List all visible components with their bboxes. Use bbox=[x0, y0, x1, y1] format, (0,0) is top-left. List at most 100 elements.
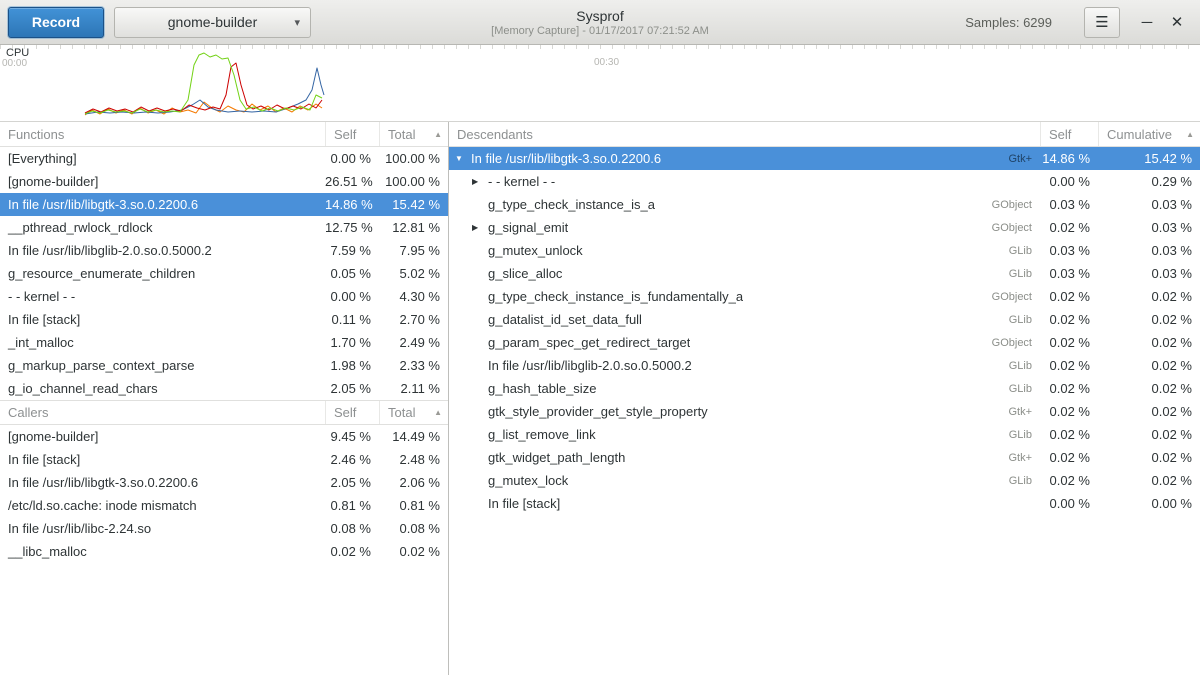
self-percent: 1.70 % bbox=[325, 335, 379, 350]
library-badge: GLib bbox=[995, 475, 1040, 487]
table-row[interactable]: g_datalist_id_set_data_fullGLib0.02 %0.0… bbox=[449, 308, 1200, 331]
table-row[interactable]: g_resource_enumerate_children0.05 %5.02 … bbox=[0, 262, 448, 285]
total-percent: 0.02 % bbox=[379, 544, 448, 559]
library-badge: Gtk+ bbox=[994, 452, 1040, 464]
table-row[interactable]: g_markup_parse_context_parse1.98 %2.33 % bbox=[0, 354, 448, 377]
functions-self-column-header[interactable]: Self bbox=[325, 122, 379, 146]
self-percent: 0.03 % bbox=[1040, 197, 1098, 212]
table-row[interactable]: In file /usr/lib/libglib-2.0.so.0.5000.2… bbox=[449, 354, 1200, 377]
sort-indicator-icon: ▲ bbox=[1186, 130, 1194, 139]
samples-count: Samples: 6299 bbox=[965, 15, 1052, 30]
symbol-name: g_signal_emit bbox=[488, 220, 568, 235]
self-percent: 14.86 % bbox=[1040, 151, 1098, 166]
table-row[interactable]: g_slice_allocGLib0.03 %0.03 % bbox=[449, 262, 1200, 285]
table-row[interactable]: [gnome-builder]9.45 %14.49 % bbox=[0, 425, 448, 448]
library-badge: GLib bbox=[995, 268, 1040, 280]
descendant-name-cell: g_param_spec_get_redirect_targetGObject bbox=[449, 335, 1040, 350]
total-percent: 4.30 % bbox=[379, 289, 448, 304]
total-percent: 0.08 % bbox=[379, 521, 448, 536]
table-row[interactable]: In file [stack]2.46 %2.48 % bbox=[0, 448, 448, 471]
symbol-name: g_type_check_instance_is_fundamentally_a bbox=[488, 289, 743, 304]
sort-indicator-icon: ▲ bbox=[434, 130, 442, 139]
descendant-name-cell: ▶- - kernel - - bbox=[449, 174, 1040, 189]
descendant-name-cell: ▼In file /usr/lib/libgtk-3.so.0.2200.6Gt… bbox=[449, 151, 1040, 166]
self-percent: 0.00 % bbox=[325, 151, 379, 166]
self-percent: 0.03 % bbox=[1040, 266, 1098, 281]
descendants-cumulative-column-header[interactable]: Cumulative ▲ bbox=[1098, 122, 1200, 146]
symbol-name: g_param_spec_get_redirect_target bbox=[488, 335, 690, 350]
library-badge: GObject bbox=[978, 222, 1040, 234]
self-percent: 12.75 % bbox=[325, 220, 379, 235]
table-row[interactable]: ▶- - kernel - -0.00 %0.29 % bbox=[449, 170, 1200, 193]
function-name: - - kernel - - bbox=[0, 289, 325, 304]
table-row[interactable]: g_mutex_unlockGLib0.03 %0.03 % bbox=[449, 239, 1200, 262]
time-label-start: 00:00 bbox=[2, 58, 27, 69]
descendants-self-column-header[interactable]: Self bbox=[1040, 122, 1098, 146]
table-row[interactable]: In file [stack]0.11 %2.70 % bbox=[0, 308, 448, 331]
callers-column-header[interactable]: Callers bbox=[0, 401, 325, 424]
self-percent: 0.02 % bbox=[1040, 289, 1098, 304]
close-button[interactable]: ✕ bbox=[1162, 7, 1192, 37]
hamburger-icon: ☰ bbox=[1095, 13, 1108, 31]
library-badge: GObject bbox=[978, 199, 1040, 211]
expander-open-icon[interactable]: ▼ bbox=[455, 154, 471, 163]
self-percent: 9.45 % bbox=[325, 429, 379, 444]
total-percent: 2.11 % bbox=[379, 381, 448, 396]
function-name: __pthread_rwlock_rdlock bbox=[0, 220, 325, 235]
table-row[interactable]: In file /usr/lib/libc-2.24.so0.08 %0.08 … bbox=[0, 517, 448, 540]
menu-button[interactable]: ☰ bbox=[1084, 7, 1120, 38]
table-row[interactable]: g_io_channel_read_chars2.05 %2.11 % bbox=[0, 377, 448, 400]
table-row[interactable]: In file /usr/lib/libgtk-3.so.0.2200.614.… bbox=[0, 193, 448, 216]
sort-indicator-icon: ▲ bbox=[434, 408, 442, 417]
callers-total-column-header[interactable]: Total ▲ bbox=[379, 401, 448, 424]
table-row[interactable]: In file /usr/lib/libglib-2.0.so.0.5000.2… bbox=[0, 239, 448, 262]
table-row[interactable]: /etc/ld.so.cache: inode mismatch0.81 %0.… bbox=[0, 494, 448, 517]
minimize-button[interactable]: ─ bbox=[1132, 7, 1162, 37]
table-row[interactable]: _int_malloc1.70 %2.49 % bbox=[0, 331, 448, 354]
functions-total-column-header[interactable]: Total ▲ bbox=[379, 122, 448, 146]
callers-self-column-header[interactable]: Self bbox=[325, 401, 379, 424]
table-row[interactable]: g_hash_table_sizeGLib0.02 %0.02 % bbox=[449, 377, 1200, 400]
self-percent: 2.46 % bbox=[325, 452, 379, 467]
table-row[interactable]: In file /usr/lib/libgtk-3.so.0.2200.62.0… bbox=[0, 471, 448, 494]
cumulative-percent: 0.02 % bbox=[1098, 381, 1200, 396]
record-button[interactable]: Record bbox=[8, 7, 104, 38]
self-percent: 0.00 % bbox=[1040, 496, 1098, 511]
table-row[interactable]: ▶g_signal_emitGObject0.02 %0.03 % bbox=[449, 216, 1200, 239]
descendant-name-cell: g_type_check_instance_is_fundamentally_a… bbox=[449, 289, 1040, 304]
symbol-name: - - kernel - - bbox=[488, 174, 555, 189]
table-row[interactable]: g_list_remove_linkGLib0.02 %0.02 % bbox=[449, 423, 1200, 446]
self-percent: 0.03 % bbox=[1040, 243, 1098, 258]
table-row[interactable]: - - kernel - -0.00 %4.30 % bbox=[0, 285, 448, 308]
total-percent: 2.70 % bbox=[379, 312, 448, 327]
table-row[interactable]: ▼In file /usr/lib/libgtk-3.so.0.2200.6Gt… bbox=[449, 147, 1200, 170]
table-row[interactable]: g_param_spec_get_redirect_targetGObject0… bbox=[449, 331, 1200, 354]
self-percent: 0.02 % bbox=[1040, 427, 1098, 442]
table-row[interactable]: [Everything]0.00 %100.00 % bbox=[0, 147, 448, 170]
table-row[interactable]: [gnome-builder]26.51 %100.00 % bbox=[0, 170, 448, 193]
descendant-name-cell: g_mutex_unlockGLib bbox=[449, 243, 1040, 258]
descendant-name-cell: g_type_check_instance_is_aGObject bbox=[449, 197, 1040, 212]
cpu-graph[interactable]: CPU 00:00 00:30 bbox=[0, 45, 1200, 122]
table-row[interactable]: __libc_malloc0.02 %0.02 % bbox=[0, 540, 448, 563]
functions-column-header[interactable]: Functions bbox=[0, 122, 325, 146]
cumulative-percent: 0.29 % bbox=[1098, 174, 1200, 189]
expander-closed-icon[interactable]: ▶ bbox=[472, 177, 488, 186]
table-row[interactable]: In file [stack]0.00 %0.00 % bbox=[449, 492, 1200, 515]
caller-name: [gnome-builder] bbox=[0, 429, 325, 444]
total-percent: 2.06 % bbox=[379, 475, 448, 490]
table-row[interactable]: g_type_check_instance_is_fundamentally_a… bbox=[449, 285, 1200, 308]
table-row[interactable]: g_type_check_instance_is_aGObject0.03 %0… bbox=[449, 193, 1200, 216]
cumulative-percent: 0.02 % bbox=[1098, 289, 1200, 304]
table-row[interactable]: __pthread_rwlock_rdlock12.75 %12.81 % bbox=[0, 216, 448, 239]
process-selector[interactable]: gnome-builder ▾ bbox=[114, 7, 311, 38]
expander-closed-icon[interactable]: ▶ bbox=[472, 223, 488, 232]
time-label-mid: 00:30 bbox=[594, 57, 619, 68]
table-row[interactable]: gtk_widget_path_lengthGtk+0.02 %0.02 % bbox=[449, 446, 1200, 469]
symbol-name: g_mutex_lock bbox=[488, 473, 568, 488]
table-row[interactable]: g_mutex_lockGLib0.02 %0.02 % bbox=[449, 469, 1200, 492]
total-percent: 5.02 % bbox=[379, 266, 448, 281]
descendants-column-header[interactable]: Descendants bbox=[449, 122, 1040, 146]
function-name: g_io_channel_read_chars bbox=[0, 381, 325, 396]
table-row[interactable]: gtk_style_provider_get_style_propertyGtk… bbox=[449, 400, 1200, 423]
